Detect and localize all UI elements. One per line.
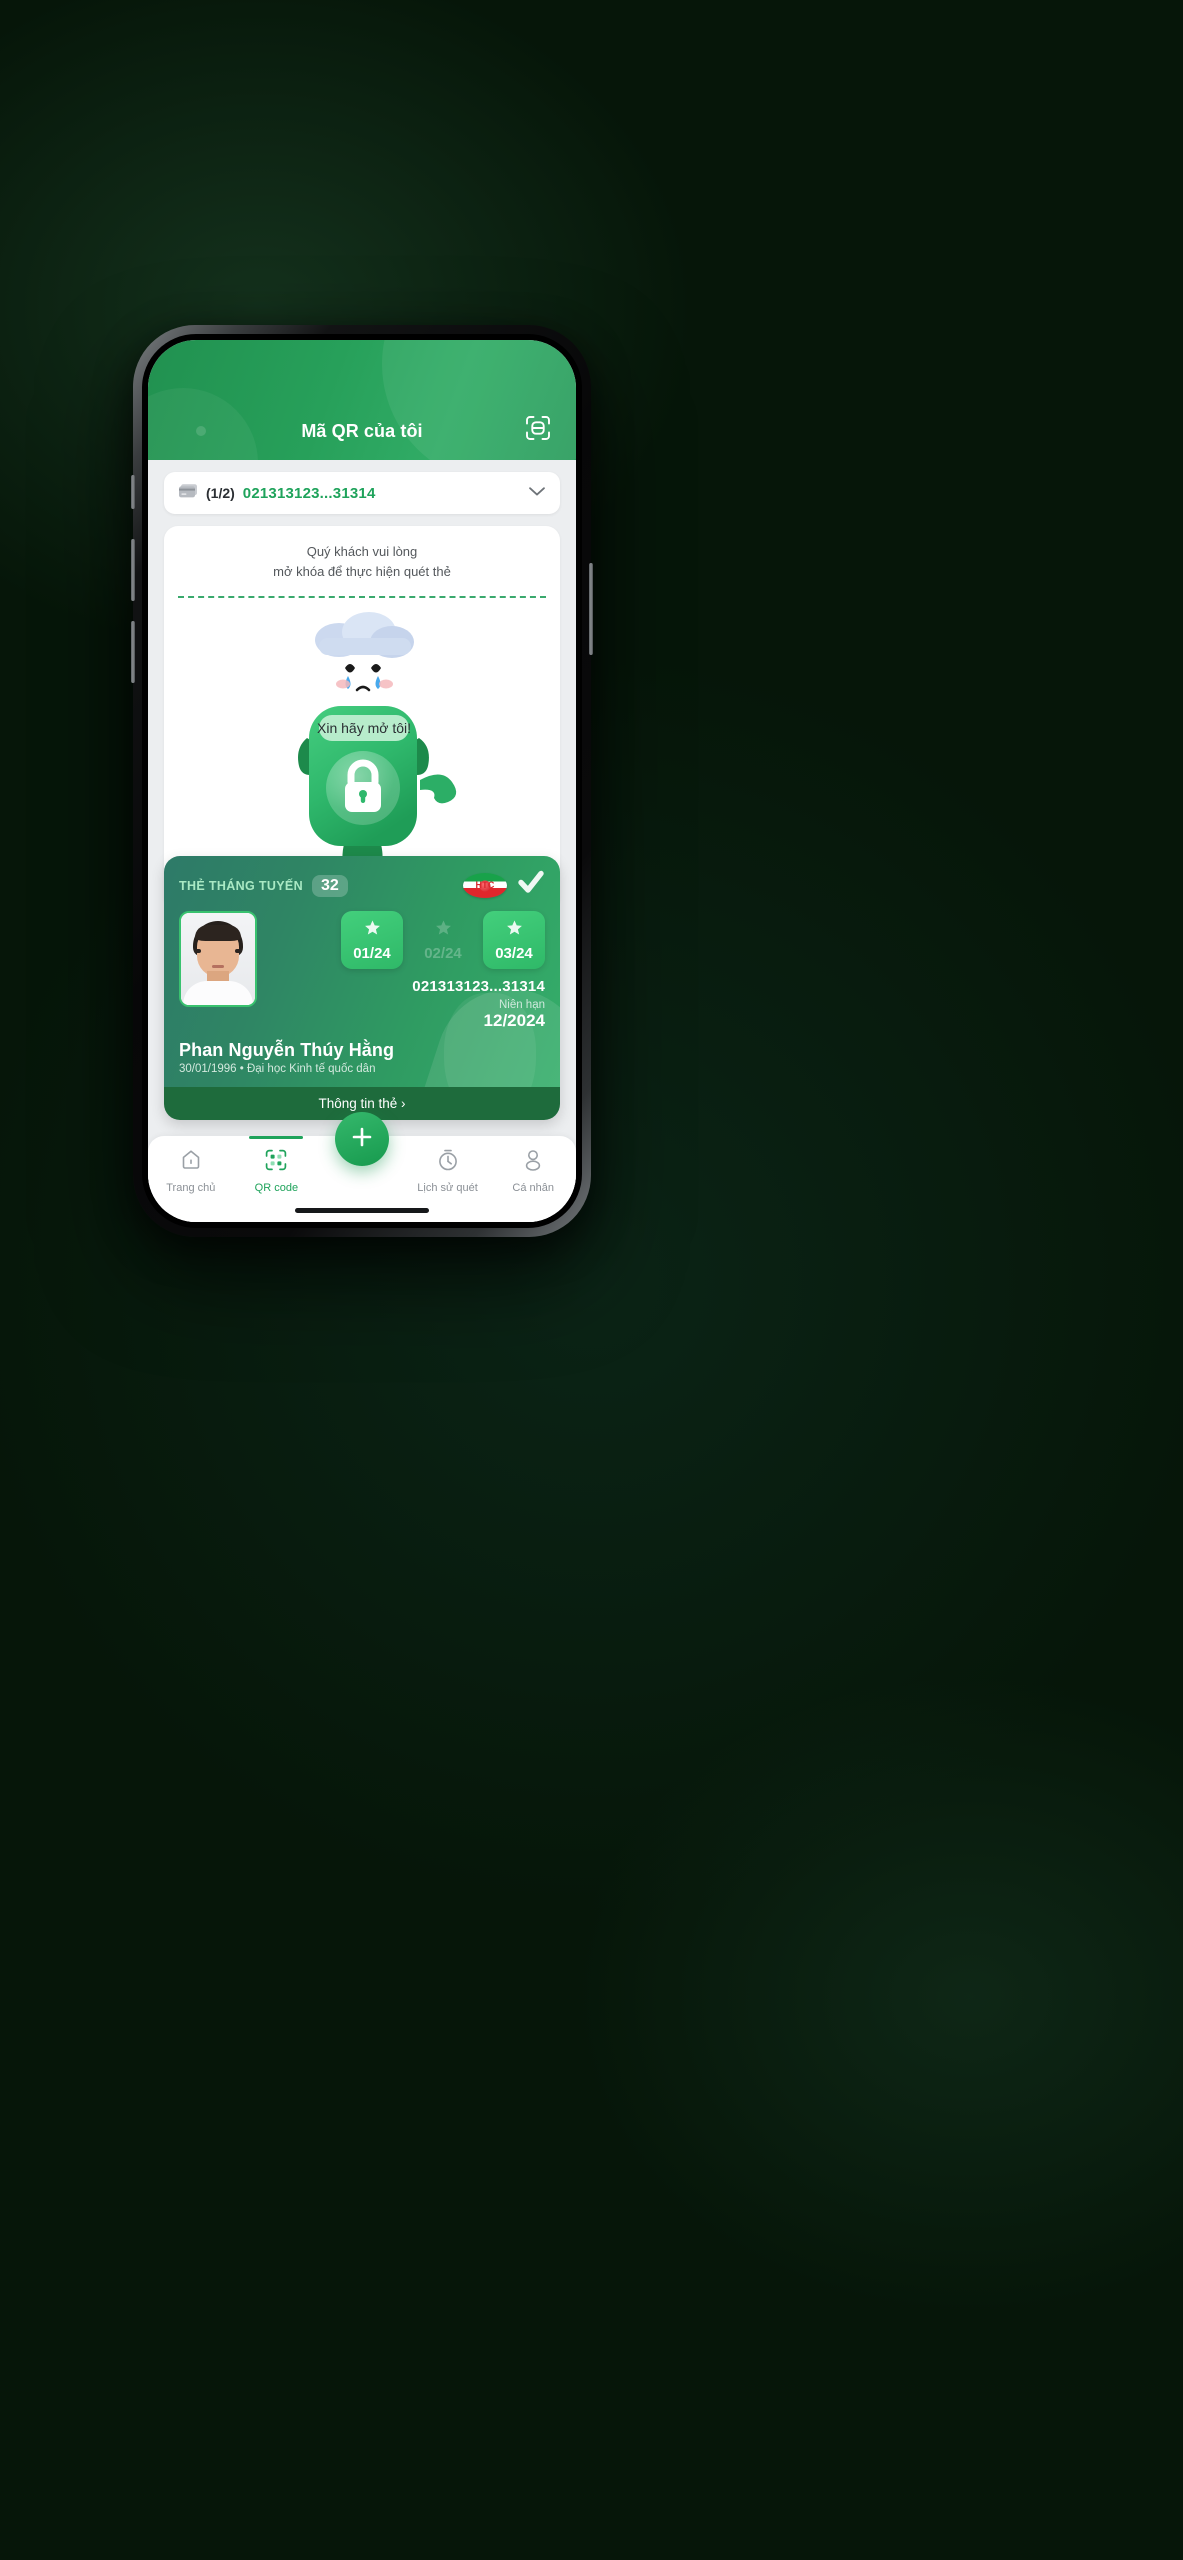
- qr-code-icon: [264, 1148, 288, 1177]
- avatar-eye-right: [235, 949, 242, 953]
- app-body: (1/2) 021313123...31314 Quý khách vui lò…: [148, 460, 576, 1222]
- nav-item-scan-history[interactable]: Lịch sử quét: [405, 1148, 491, 1194]
- lock-instruction-line-2: mở khóa để thực hiện quét thẻ: [273, 564, 451, 580]
- speech-bubble-text: Xin hãy mở tôi!: [317, 720, 411, 736]
- month-badge-label: 02/24: [424, 944, 462, 962]
- card-code-label: 021313123...31314: [242, 484, 376, 502]
- card-code-value: 021313123...31314: [412, 978, 545, 995]
- nav-item-home[interactable]: Trang chủ: [148, 1148, 234, 1194]
- brand-logo-text: HTC: [475, 880, 495, 890]
- chevron-down-icon[interactable]: [528, 484, 546, 502]
- page-title: Mã QR của tôi: [301, 421, 423, 441]
- star-icon: [434, 919, 453, 943]
- volume-down-button[interactable]: [131, 621, 135, 683]
- nav-label-home: Trang chủ: [166, 1182, 216, 1194]
- app-header: Mã QR của tôi: [148, 340, 576, 460]
- card-right-column: 01/24 02/24 03/24 021313123...31314 Niên…: [257, 911, 545, 1031]
- rain-cloud-icon: [315, 612, 414, 659]
- avatar-shirt: [183, 981, 253, 1005]
- nav-item-profile[interactable]: Cá nhân: [490, 1148, 576, 1194]
- brand-logo: HTC: [463, 873, 507, 898]
- month-badge-label: 01/24: [353, 944, 391, 962]
- month-badges-row: 01/24 02/24 03/24: [268, 911, 545, 969]
- member-card[interactable]: THẺ THÁNG TUYẾN 32 HTC 01/24 02/24 03/24…: [164, 856, 560, 1120]
- month-badge-02-24[interactable]: 02/24: [412, 911, 474, 969]
- card-holder-details: 30/01/1996 • Đại học Kinh tế quốc dân: [179, 1062, 376, 1075]
- card-holder-name: Phan Nguyễn Thúy Hằng: [179, 1039, 395, 1060]
- mute-switch[interactable]: [131, 475, 135, 509]
- screenshot-canvas: Mã QR của tôi (1/2) 021313123...31314 Qu…: [0, 0, 1183, 2560]
- home-indicator: [295, 1208, 429, 1213]
- month-badge-01-24[interactable]: 01/24: [341, 911, 403, 969]
- lock-instruction-text: Quý khách vui lòng mở khóa để thực hiện …: [164, 526, 560, 596]
- crying-face: [336, 664, 393, 692]
- nav-label-qr-code: QR code: [254, 1182, 299, 1194]
- member-card-body: THẺ THÁNG TUYẾN 32 HTC 01/24 02/24 03/24…: [164, 856, 560, 1087]
- add-card-button[interactable]: [335, 1112, 389, 1166]
- avatar-mouth: [212, 965, 224, 968]
- card-index-label: (1/2): [206, 485, 235, 501]
- expiry-block: Niên hạn 12/2024: [268, 999, 545, 1031]
- avatar-eye-left: [194, 949, 201, 953]
- avatar: [179, 911, 257, 1007]
- expiry-value: 12/2024: [483, 1011, 545, 1030]
- avatar-fringe: [195, 925, 241, 941]
- phone-device-frame: Mã QR của tôi (1/2) 021313123...31314 Qu…: [131, 325, 593, 1237]
- phone-screen: Mã QR của tôi (1/2) 021313123...31314 Qu…: [148, 340, 576, 1222]
- history-icon: [436, 1148, 460, 1177]
- card-header-row: THẺ THÁNG TUYẾN 32 HTC: [179, 870, 545, 901]
- card-type-label: THẺ THÁNG TUYẾN: [179, 878, 303, 893]
- plus-icon: [350, 1125, 374, 1154]
- card-logos: HTC: [463, 870, 545, 901]
- route-number-badge: 32: [312, 874, 348, 897]
- user-photo: [181, 913, 255, 1005]
- star-icon: [505, 919, 524, 943]
- month-badge-03-24[interactable]: 03/24: [483, 911, 545, 969]
- nav-label-scan-history: Lịch sử quét: [417, 1182, 478, 1194]
- expiry-label: Niên hạn: [498, 999, 545, 1011]
- lock-instruction-line-1: Quý khách vui lòng: [306, 544, 418, 559]
- nav-label-profile: Cá nhân: [512, 1182, 554, 1194]
- phone-bezel: Mã QR của tôi (1/2) 021313123...31314 Qu…: [142, 334, 582, 1228]
- person-icon: [521, 1148, 545, 1177]
- volume-up-button[interactable]: [131, 539, 135, 601]
- qr-scan-icon[interactable]: [518, 408, 558, 448]
- qr-locked-panel: Quý khách vui lòng mở khóa để thực hiện …: [164, 526, 560, 911]
- active-tab-indicator: [249, 1136, 304, 1139]
- card-icon: [178, 483, 198, 504]
- home-icon: [179, 1148, 203, 1177]
- card-middle-row: 01/24 02/24 03/24 021313123...31314 Niên…: [179, 911, 545, 1031]
- power-button[interactable]: [589, 563, 593, 655]
- check-icon: [517, 870, 545, 901]
- nav-item-qr-code[interactable]: QR code: [234, 1136, 320, 1194]
- month-badge-label: 03/24: [495, 944, 533, 962]
- card-holder-block: Phan Nguyễn Thúy Hằng 30/01/1996 • Đại h…: [179, 1040, 545, 1075]
- star-icon: [363, 919, 382, 943]
- card-selector-dropdown[interactable]: (1/2) 021313123...31314: [164, 472, 560, 514]
